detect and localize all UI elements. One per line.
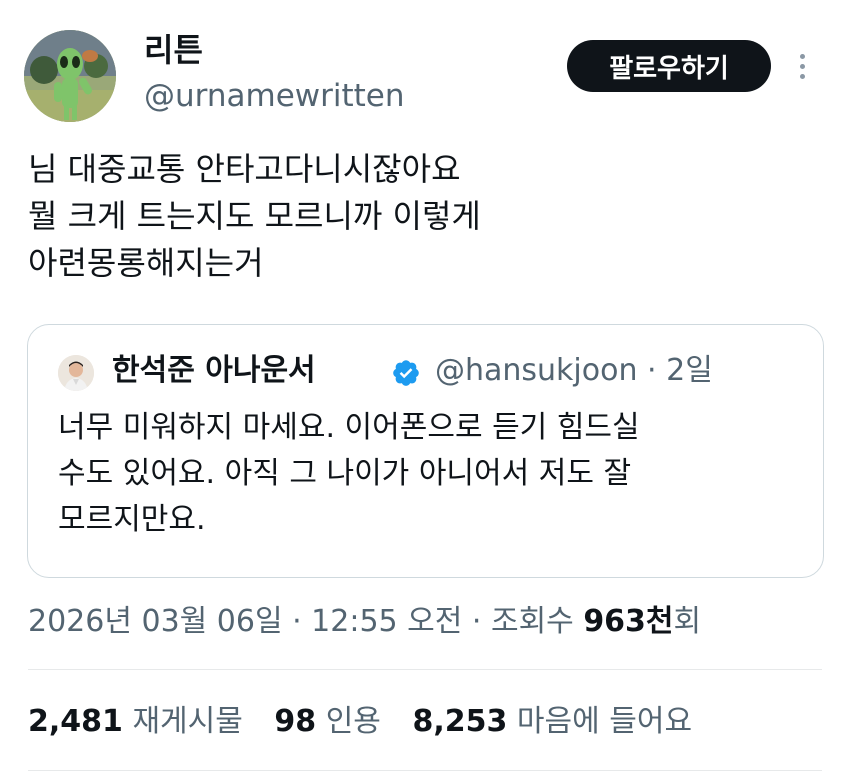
- quote-author-handle: @hansukjoon: [435, 353, 638, 388]
- quote-text-line: 수도 있어요. 아직 그 나이가 아니어서 저도 잘: [58, 456, 632, 491]
- quote-meta: @hansukjoon · 2일: [435, 351, 713, 391]
- quote-text-line: 모르지만요.: [58, 502, 206, 537]
- quotes-stat[interactable]: 98 인용: [274, 704, 381, 739]
- retweets-stat[interactable]: 2,481 재게시물: [28, 704, 243, 739]
- verified-badge-icon: [393, 360, 419, 386]
- quote-separator: ·: [647, 353, 657, 388]
- author-avatar[interactable]: [24, 30, 116, 122]
- quoted-tweet-card[interactable]: 한석준 아나운서 @hansukjoon · 2일 너무 미워하지 마세요. 이…: [27, 324, 824, 578]
- quote-author-display-name: 한석준 아나운서: [112, 353, 316, 388]
- tweet-timestamp[interactable]: 2026년 03월 06일 · 12:55 오전 · 조회수 963천회: [28, 600, 701, 644]
- tweet-text-line: 뭘 크게 트는지도 모르니까 이렇게: [28, 197, 481, 235]
- likes-count: 8,253: [412, 704, 508, 739]
- likes-stat[interactable]: 8,253 마음에 들어요: [412, 704, 692, 739]
- likes-label: 마음에 들어요: [516, 704, 693, 739]
- views-count: 963천: [583, 604, 674, 639]
- tweet-text-line: 님 대중교통 안타고다니시잖아요: [28, 150, 461, 188]
- engagement-stats: 2,481 재게시물 98 인용 8,253 마음에 들어요: [28, 700, 692, 744]
- retweets-count: 2,481: [28, 704, 123, 739]
- quotes-count: 98: [274, 704, 317, 739]
- views-suffix: 회: [673, 604, 702, 639]
- author-handle[interactable]: @urnamewritten: [144, 76, 405, 116]
- author-display-name[interactable]: 리튼: [144, 30, 203, 70]
- tweet-datetime[interactable]: 2026년 03월 06일 · 12:55 오전 · 조회수: [28, 604, 583, 639]
- divider: [28, 669, 822, 670]
- more-vertical-icon[interactable]: [790, 48, 814, 84]
- tweet-detail: 리튼 @urnamewritten 팔로우하기 님 대중교통 안타고다니시잖아요…: [0, 0, 850, 773]
- tweet-text-line: 아련몽롱해지는거: [28, 244, 264, 282]
- quote-time: 2일: [666, 353, 713, 388]
- follow-button[interactable]: 팔로우하기: [567, 40, 771, 92]
- tweet-text: 님 대중교통 안타고다니시잖아요 뭘 크게 트는지도 모르니까 이렇게 아련몽롱…: [28, 146, 828, 287]
- quote-text: 너무 미워하지 마세요. 이어폰으로 듣기 힘드실 수도 있어요. 아직 그 나…: [58, 405, 798, 543]
- retweets-label: 재게시물: [132, 704, 243, 739]
- quotes-label: 인용: [325, 704, 381, 739]
- quote-author-avatar: [58, 355, 94, 391]
- divider: [28, 770, 822, 771]
- quote-text-line: 너무 미워하지 마세요. 이어폰으로 듣기 힘드실: [58, 410, 640, 445]
